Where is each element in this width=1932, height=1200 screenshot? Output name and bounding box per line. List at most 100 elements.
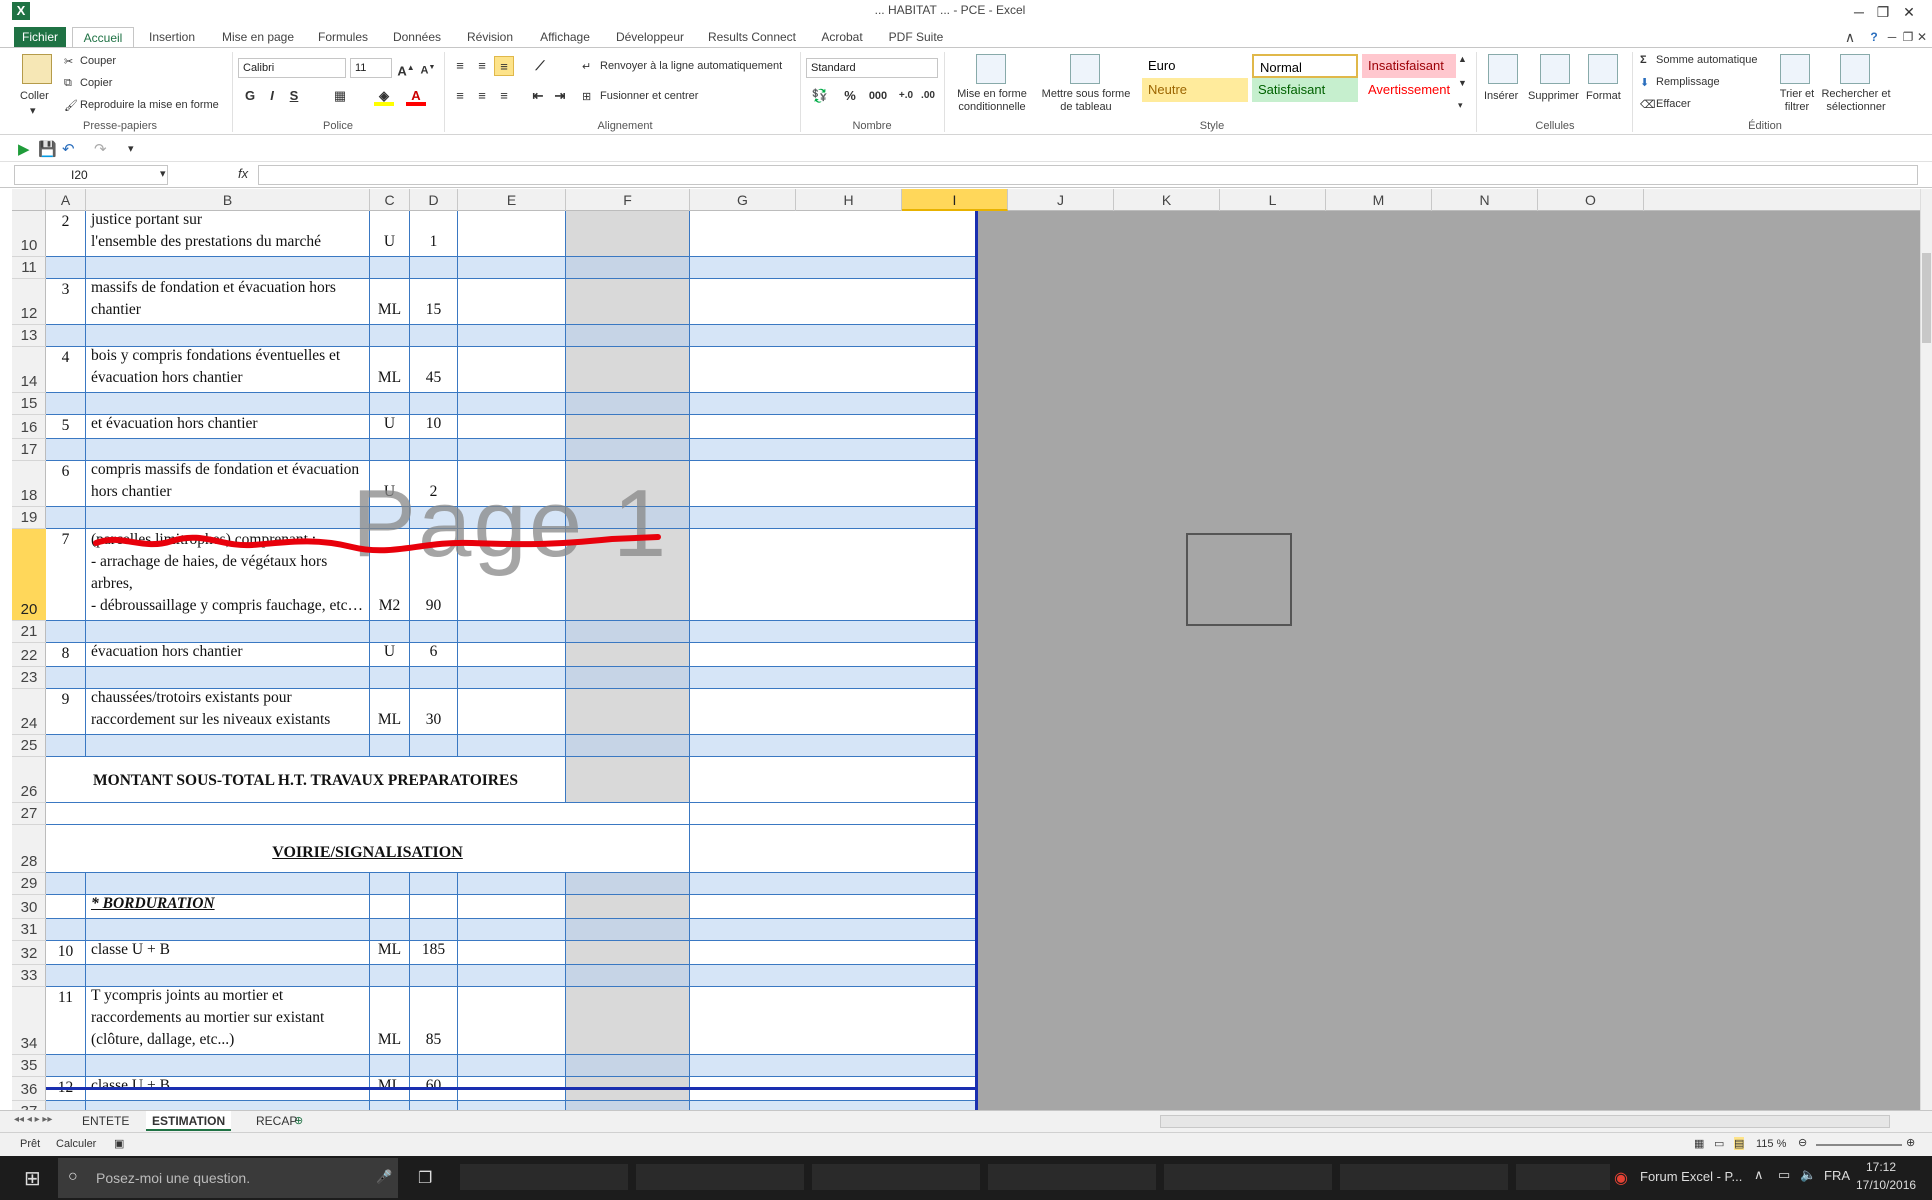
description-cell[interactable]: * BORDURATION: [86, 895, 370, 918]
amount-cell[interactable]: [566, 621, 690, 642]
insert-cells-icon[interactable]: [1488, 54, 1518, 84]
windows-start-icon[interactable]: ⊞: [24, 1166, 41, 1191]
format-as-table-icon[interactable]: [1070, 54, 1100, 84]
quantity-cell[interactable]: 15: [410, 279, 458, 324]
num-cell[interactable]: [46, 325, 86, 346]
row-header-22[interactable]: 22: [12, 643, 46, 667]
quantity-cell[interactable]: 85: [410, 987, 458, 1054]
tab-mise-en-page[interactable]: Mise en page: [218, 27, 298, 47]
row-header-36[interactable]: 36: [12, 1077, 46, 1101]
price-cell[interactable]: [458, 895, 566, 918]
format-cells-icon[interactable]: [1588, 54, 1618, 84]
num-cell[interactable]: [46, 667, 86, 688]
conditional-format-button[interactable]: Mise en forme conditionnelle: [952, 88, 1032, 114]
amount-cell[interactable]: [566, 667, 690, 688]
sort-filter-icon[interactable]: [1780, 54, 1810, 84]
delete-cells-icon[interactable]: [1540, 54, 1570, 84]
quantity-cell[interactable]: [410, 667, 458, 688]
description-cell[interactable]: [86, 1101, 370, 1110]
cut-button[interactable]: Couper: [80, 55, 116, 67]
num-cell[interactable]: 4: [46, 347, 86, 392]
row-header-24[interactable]: 24: [12, 689, 46, 735]
row-header-25[interactable]: 25: [12, 735, 46, 757]
column-header-c[interactable]: C: [370, 189, 410, 211]
style-cell-satisfaisant[interactable]: Satisfaisant: [1252, 78, 1358, 102]
section-heading[interactable]: VOIRIE/SIGNALISATION: [46, 825, 690, 872]
amount-cell[interactable]: [566, 1101, 690, 1110]
font-name-select[interactable]: Calibri: [238, 58, 346, 78]
subtotal-amount-cell[interactable]: [566, 757, 690, 802]
column-header-a[interactable]: A: [46, 189, 86, 211]
amount-cell[interactable]: [566, 415, 690, 438]
row-header-30[interactable]: 30: [12, 895, 46, 919]
microphone-icon[interactable]: 🎤: [376, 1169, 392, 1185]
row-header-18[interactable]: 18: [12, 461, 46, 507]
tab-formules[interactable]: Formules: [312, 27, 374, 47]
num-cell[interactable]: 9: [46, 689, 86, 734]
unit-cell[interactable]: [370, 621, 410, 642]
price-cell[interactable]: [458, 1055, 566, 1076]
align-left-icon[interactable]: ≡: [450, 86, 470, 106]
amount-cell[interactable]: [566, 439, 690, 460]
num-cell[interactable]: [46, 507, 86, 528]
page-break-preview-icon[interactable]: ▤: [1734, 1137, 1745, 1150]
calculate-button[interactable]: Calculer: [56, 1138, 96, 1150]
column-header-i[interactable]: I: [902, 189, 1008, 211]
style-cell-neutre[interactable]: Neutre: [1142, 78, 1248, 102]
tray-arrow-icon[interactable]: ∧: [1754, 1167, 1764, 1183]
horizontal-scrollbar[interactable]: [1160, 1115, 1890, 1128]
unit-cell[interactable]: [370, 257, 410, 278]
ribbon-close-icon[interactable]: ✕: [1914, 27, 1930, 47]
price-cell[interactable]: [458, 279, 566, 324]
sheet-nav-icons[interactable]: ◂◂ ◂ ▸ ▸▸: [14, 1114, 52, 1125]
row-header-11[interactable]: 11: [12, 257, 46, 279]
tab-donnees[interactable]: Données: [388, 27, 446, 47]
fill-button[interactable]: Remplissage: [1656, 76, 1720, 88]
quantity-cell[interactable]: [410, 965, 458, 986]
row-header-14[interactable]: 14: [12, 347, 46, 393]
quantity-cell[interactable]: [410, 1101, 458, 1110]
amount-cell[interactable]: [566, 279, 690, 324]
quantity-cell[interactable]: [410, 735, 458, 756]
unit-cell[interactable]: ML: [370, 987, 410, 1054]
quantity-cell[interactable]: 185: [410, 941, 458, 964]
quantity-cell[interactable]: 1: [410, 211, 458, 256]
num-cell[interactable]: [46, 965, 86, 986]
price-cell[interactable]: [458, 211, 566, 256]
quantity-cell[interactable]: [410, 895, 458, 918]
row-header-23[interactable]: 23: [12, 667, 46, 689]
font-color-icon[interactable]: A: [406, 86, 426, 106]
description-cell[interactable]: [86, 873, 370, 894]
decrease-indent-icon[interactable]: ⇤: [528, 86, 548, 106]
clock-date[interactable]: 17/10/2016: [1856, 1178, 1916, 1192]
amount-cell[interactable]: [566, 941, 690, 964]
row-header-26[interactable]: 26: [12, 757, 46, 803]
unit-cell[interactable]: [370, 735, 410, 756]
underline-button[interactable]: S: [284, 86, 304, 106]
align-bottom-icon[interactable]: ≡: [494, 56, 514, 76]
description-cell[interactable]: [86, 965, 370, 986]
styles-more-icon[interactable]: ▾: [1458, 100, 1463, 111]
number-format-select[interactable]: Standard: [806, 58, 938, 78]
description-cell[interactable]: Fourniture et pose de bordures type T1 c…: [86, 941, 370, 964]
name-box[interactable]: I20: [14, 165, 168, 185]
copy-button[interactable]: Copier: [80, 77, 112, 89]
format-as-table-button[interactable]: Mettre sous forme de tableau: [1036, 88, 1136, 114]
amount-cell[interactable]: [566, 393, 690, 414]
amount-cell[interactable]: [566, 689, 690, 734]
chrome-icon[interactable]: ◉: [1614, 1168, 1628, 1188]
grow-font-icon[interactable]: A▲: [396, 58, 416, 78]
help-icon[interactable]: ?: [1864, 27, 1884, 47]
unit-cell[interactable]: [370, 325, 410, 346]
row-header-31[interactable]: 31: [12, 919, 46, 941]
column-header-o[interactable]: O: [1538, 189, 1644, 211]
row-header-19[interactable]: 19: [12, 507, 46, 529]
column-header-k[interactable]: K: [1114, 189, 1220, 211]
num-cell[interactable]: [46, 621, 86, 642]
price-cell[interactable]: [458, 941, 566, 964]
unit-cell[interactable]: ML: [370, 279, 410, 324]
quantity-cell[interactable]: 10: [410, 415, 458, 438]
amount-cell[interactable]: [566, 347, 690, 392]
network-icon[interactable]: ▭: [1778, 1167, 1790, 1183]
paste-dropdown-icon[interactable]: ▾: [30, 104, 36, 117]
